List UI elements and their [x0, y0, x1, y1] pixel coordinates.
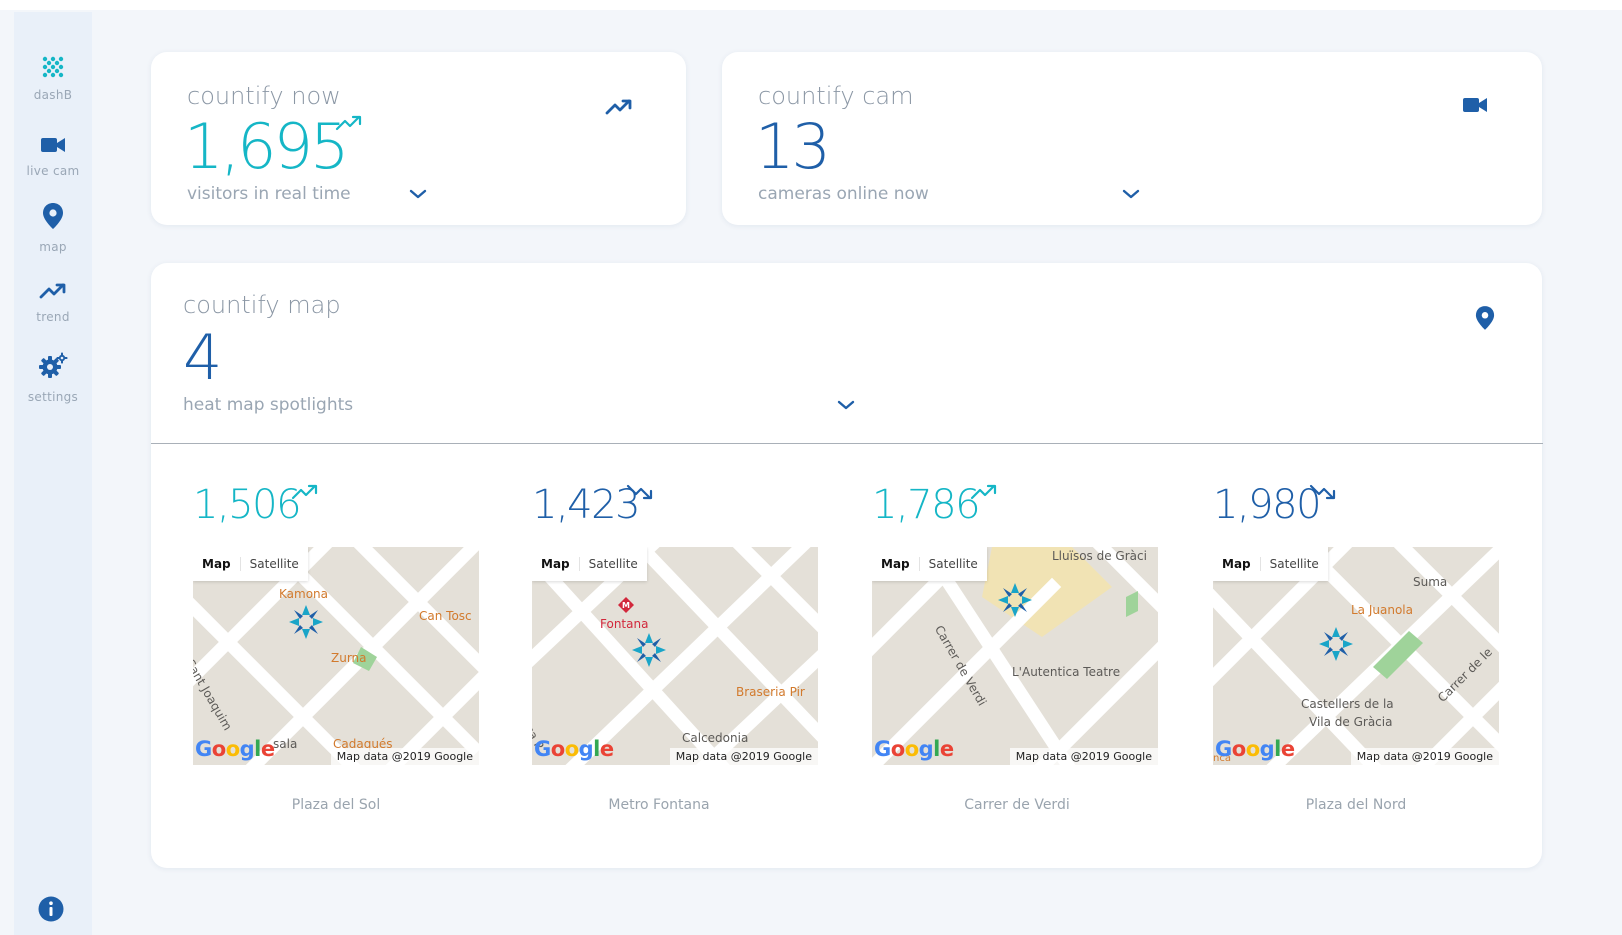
map-type-satellite-button[interactable]: Satellite [918, 557, 987, 571]
card-subtitle: cameras online now [758, 184, 929, 204]
trending-up-icon[interactable] [605, 98, 633, 116]
map-poi: Zurna [331, 651, 367, 665]
spotlight-plaza-del-nord[interactable]: 1,980 Suma La Juanola Castellers de la V [1213, 482, 1499, 825]
divider [151, 443, 1543, 444]
trending-up-icon [291, 484, 318, 500]
sidebar-item-live-cam[interactable]: live cam [14, 136, 92, 178]
sidebar-item-label: dashB [33, 88, 73, 102]
location-pin-icon [43, 203, 63, 229]
spotlight-caption: Plaza del Sol [291, 797, 381, 813]
trending-down-icon [1309, 484, 1336, 500]
google-logo: Google [874, 737, 954, 761]
heat-spot-marker-icon [632, 633, 666, 667]
map-poi: Braseria Pir [736, 685, 805, 699]
dots-grid-icon [42, 56, 64, 78]
map-type-map-button[interactable]: Map [193, 557, 240, 571]
heat-spot-marker-icon [1319, 627, 1353, 661]
map-poi: Vila de Gràcia [1309, 715, 1393, 729]
map-attribution: Map data @2019 Google [669, 748, 818, 765]
map-view[interactable]: M Fontana Braseria Pir Calcedonia ca P M… [532, 547, 818, 765]
card-title: countify now [187, 82, 341, 110]
countify-map-card: countify map 4 heat map spotlights 1,506 [151, 263, 1543, 868]
map-type-map-button[interactable]: Map [1213, 557, 1260, 571]
google-logo: Google [1215, 737, 1295, 761]
spotlight-count: 1,506 [193, 482, 302, 528]
gear-icon [39, 352, 68, 378]
sidebar-item-settings[interactable]: settings [14, 352, 92, 404]
trending-down-icon [626, 484, 653, 500]
info-icon[interactable] [38, 896, 64, 922]
trending-up-icon [335, 115, 362, 131]
map-poi: sala [273, 737, 298, 751]
map-poi: Lluïsos de Gràci [1052, 549, 1147, 563]
spotlight-count: 1,423 [532, 482, 641, 528]
google-logo: Google [534, 737, 614, 761]
trending-up-icon [39, 283, 66, 299]
spotlight-count: 1,786 [872, 482, 981, 528]
sidebar: dashB live cam map trend settings [14, 12, 92, 935]
map-type-toggle: Map Satellite [1213, 547, 1328, 581]
chevron-down-icon[interactable] [837, 399, 855, 411]
sidebar-item-label: settings [27, 390, 79, 404]
location-pin-icon[interactable] [1475, 305, 1495, 331]
map-type-toggle: Map Satellite [532, 547, 647, 581]
sidebar-item-label: trend [36, 310, 70, 324]
spotlight-carrer-de-verdi[interactable]: 1,786 Lluïsos de Gràci Carrer de Verdi L… [872, 482, 1158, 825]
map-attribution: Map data @2019 Google [1350, 748, 1499, 765]
sidebar-item-label: live cam [26, 164, 80, 178]
card-title: countify map [183, 291, 341, 319]
card-subtitle: visitors in real time [187, 184, 351, 204]
map-view[interactable]: Kamona Can Tosc Zurna Sant Joaquim sala … [193, 547, 479, 765]
map-poi: Suma [1413, 575, 1448, 589]
metro-icon: M [618, 597, 634, 613]
map-poi: La Juanola [1351, 603, 1413, 617]
heat-spot-marker-icon [289, 605, 323, 639]
spotlight-caption: Metro Fontana [608, 797, 710, 813]
chevron-down-icon[interactable] [409, 188, 427, 200]
svg-text:M: M [622, 601, 630, 610]
trending-up-icon [970, 484, 997, 500]
sidebar-item-trend[interactable]: trend [14, 282, 92, 324]
google-logo: Google [195, 737, 275, 761]
map-type-map-button[interactable]: Map [532, 557, 579, 571]
map-type-satellite-button[interactable]: Satellite [1259, 557, 1328, 571]
spotlight-caption: Plaza del Nord [1305, 797, 1407, 813]
map-attribution: Map data @2019 Google [330, 748, 479, 765]
map-view[interactable]: Suma La Juanola Castellers de la Vila de… [1213, 547, 1499, 765]
chevron-down-icon[interactable] [1122, 188, 1140, 200]
countify-cam-card: countify cam 13 cameras online now [722, 52, 1542, 225]
map-type-satellite-button[interactable]: Satellite [239, 557, 308, 571]
spotlight-count: 1,980 [1213, 482, 1322, 528]
spotlight-caption: Carrer de Verdi [964, 797, 1070, 813]
map-type-satellite-button[interactable]: Satellite [578, 557, 647, 571]
videocam-icon[interactable] [1462, 96, 1488, 114]
map-poi: Calcedonia [682, 731, 749, 745]
sidebar-item-dashboard[interactable]: dashB [14, 56, 92, 102]
heat-spot-marker-icon [998, 583, 1032, 617]
map-poi: Kamona [279, 587, 329, 601]
cameras-count: 13 [755, 110, 831, 183]
map-poi: Castellers de la [1301, 697, 1394, 711]
sidebar-item-map[interactable]: map [14, 202, 92, 254]
visitors-count: 1,695 [184, 110, 349, 183]
card-subtitle: heat map spotlights [183, 395, 354, 415]
map-poi: Fontana [600, 617, 649, 631]
map-type-toggle: Map Satellite [193, 547, 308, 581]
map-poi: Can Tosc [419, 609, 472, 623]
sidebar-item-label: map [39, 240, 67, 254]
videocam-icon [41, 138, 65, 152]
spotlights-count: 4 [183, 321, 222, 394]
card-title: countify cam [758, 82, 914, 110]
top-bar [0, 0, 1622, 10]
map-attribution: Map data @2019 Google [1009, 748, 1158, 765]
map-view[interactable]: Lluïsos de Gràci Carrer de Verdi L'Auten… [872, 547, 1158, 765]
spotlight-plaza-del-sol[interactable]: 1,506 Kamona Can Tosc Zurna Sant Joaquim [193, 482, 479, 825]
countify-now-card: countify now 1,695 visitors in real time [151, 52, 686, 225]
spotlight-metro-fontana[interactable]: 1,423 M Fontana Braseria Pir Calcedonia … [532, 482, 818, 825]
map-type-map-button[interactable]: Map [872, 557, 919, 571]
map-type-toggle: Map Satellite [872, 547, 987, 581]
map-poi: L'Autentica Teatre [1012, 665, 1121, 679]
